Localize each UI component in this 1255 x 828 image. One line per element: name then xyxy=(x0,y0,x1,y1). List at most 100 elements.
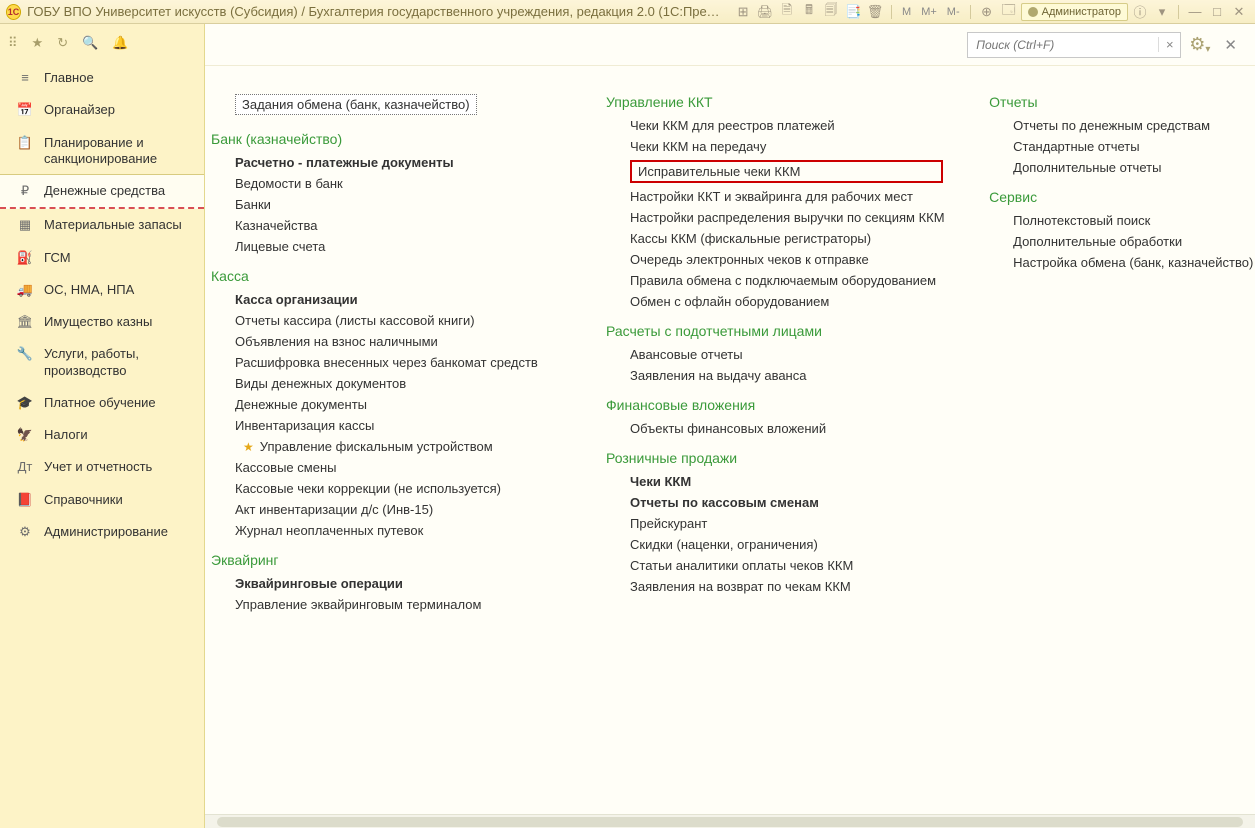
link[interactable]: Отчеты по кассовым сменам xyxy=(630,495,943,510)
sidebar-icon: Дт xyxy=(16,459,34,475)
link[interactable]: Казначейства xyxy=(235,218,560,233)
sidebar-item-6[interactable]: 🚚ОС, НМА, НПА xyxy=(0,274,204,306)
link[interactable]: Объявления на взнос наличными xyxy=(235,334,560,349)
link[interactable]: Инвентаризация кассы xyxy=(235,418,560,433)
window-maximize-button[interactable]: □ xyxy=(1207,3,1227,21)
group-bank: Банк (казначейство) xyxy=(211,131,560,147)
sidebar-item-0[interactable]: ≡Главное xyxy=(0,62,204,94)
link[interactable]: Журнал неоплаченных путевок xyxy=(235,523,560,538)
link[interactable]: Чеки ККМ на передачу xyxy=(630,139,943,154)
link[interactable]: Эквайринговые операции xyxy=(235,576,560,591)
sidebar-icon: ⚙ xyxy=(16,524,34,540)
link[interactable]: Настройки распределения выручки по секци… xyxy=(630,210,943,225)
horizontal-scrollbar[interactable] xyxy=(205,814,1255,828)
link[interactable]: Расшифровка внесенных через банкомат сре… xyxy=(235,355,560,370)
titlebar-toolbar: ⊞ 🖨 🗎 🖩 🗐 📑 🗑 М М+ М- ⊕ 🗔 Администратор … xyxy=(733,3,1249,21)
link[interactable]: Отчеты по денежным средствам xyxy=(1013,118,1237,133)
link[interactable]: Скидки (наценки, ограничения) xyxy=(630,537,943,552)
tb-copy-icon[interactable]: 🗐 xyxy=(821,3,841,21)
sidebar-item-4[interactable]: ▦Материальные запасы xyxy=(0,209,204,241)
tb-calc-icon[interactable]: 🖩 xyxy=(799,3,819,21)
sidebar-item-12[interactable]: 📕Справочники xyxy=(0,484,204,516)
link[interactable]: Авансовые отчеты xyxy=(630,347,943,362)
link[interactable]: Дополнительные обработки xyxy=(1013,234,1237,249)
group-podotch: Расчеты с подотчетными лицами xyxy=(606,323,943,339)
link[interactable]: Исправительные чеки ККМ xyxy=(630,160,943,183)
sidebar-item-13[interactable]: ⚙Администрирование xyxy=(0,516,204,548)
user-chip[interactable]: Администратор xyxy=(1021,3,1128,21)
panel-close-button[interactable]: ✕ xyxy=(1224,36,1237,54)
link[interactable]: Кассовые смены xyxy=(235,460,560,475)
window-minimize-button[interactable]: — xyxy=(1185,3,1205,21)
search-icon[interactable]: 🔍 xyxy=(82,35,98,51)
sidebar-item-3[interactable]: ₽Денежные средства xyxy=(0,174,204,209)
sidebar-item-10[interactable]: 🦅Налоги xyxy=(0,419,204,451)
link[interactable]: Отчеты кассира (листы кассовой книги) xyxy=(235,313,560,328)
history-icon[interactable]: ↻ xyxy=(57,35,68,51)
link[interactable]: Дополнительные отчеты xyxy=(1013,160,1237,175)
titlebar: 1С ГОБУ ВПО Университет искусств (Субсид… xyxy=(0,0,1255,24)
link[interactable]: Чеки ККМ xyxy=(630,474,943,489)
link[interactable]: Кассы ККМ (фискальные регистраторы) xyxy=(630,231,943,246)
group-service: Сервис xyxy=(989,189,1237,205)
link[interactable]: Очередь электронных чеков к отправке xyxy=(630,252,943,267)
tb-dropdown-icon[interactable]: ▾ xyxy=(1152,3,1172,21)
group-acquiring: Эквайринг xyxy=(211,552,560,568)
link[interactable]: Статьи аналитики оплаты чеков ККМ xyxy=(630,558,943,573)
link[interactable]: Банки xyxy=(235,197,560,212)
link[interactable]: Объекты финансовых вложений xyxy=(630,421,943,436)
link[interactable]: Чеки ККМ для реестров платежей xyxy=(630,118,943,133)
window-title: ГОБУ ВПО Университет искусств (Субсидия)… xyxy=(27,4,721,19)
link[interactable]: Правила обмена с подключаемым оборудован… xyxy=(630,273,943,288)
search-box[interactable]: × xyxy=(967,32,1181,58)
link[interactable]: Ведомости в банк xyxy=(235,176,560,191)
link[interactable]: Управление эквайринговым терминалом xyxy=(235,597,560,612)
link[interactable]: Расчетно - платежные документы xyxy=(235,155,560,170)
user-name: Администратор xyxy=(1042,6,1121,18)
link[interactable]: Виды денежных документов xyxy=(235,376,560,391)
tb-help-icon[interactable]: ⓘ xyxy=(1130,3,1150,21)
apps-icon[interactable]: ⠿ xyxy=(8,35,18,51)
settings-gear-icon[interactable]: ⚙▾ xyxy=(1189,34,1210,55)
sidebar-item-8[interactable]: 🔧Услуги, работы, производство xyxy=(0,338,204,387)
tb-calendar-icon[interactable]: 📑 xyxy=(843,3,863,21)
tb-zoom-in-icon[interactable]: ⊕ xyxy=(977,3,997,21)
favorite-icon[interactable]: ★ xyxy=(32,35,44,51)
tb-grid-icon[interactable]: ⊞ xyxy=(733,3,753,21)
sidebar-icon: ≡ xyxy=(16,70,34,86)
link[interactable]: Стандартные отчеты xyxy=(1013,139,1237,154)
search-clear-button[interactable]: × xyxy=(1158,37,1180,52)
link[interactable]: Управление фискальным устройством xyxy=(260,439,493,454)
exchange-tasks-link[interactable]: Задания обмена (банк, казначейство) xyxy=(235,94,477,115)
link[interactable]: Настройки ККТ и эквайринга для рабочих м… xyxy=(630,189,943,204)
sidebar-item-2[interactable]: 📋Планирование и санкционирование xyxy=(0,127,204,176)
tb-windows-icon[interactable]: 🗔 xyxy=(999,3,1019,21)
link[interactable]: Заявления на выдачу аванса xyxy=(630,368,943,383)
link[interactable]: Прейскурант xyxy=(630,516,943,531)
sidebar-item-5[interactable]: ⛽ГСМ xyxy=(0,242,204,274)
link[interactable]: Заявления на возврат по чекам ККМ xyxy=(630,579,943,594)
tb-m-plus[interactable]: М+ xyxy=(917,6,941,18)
bell-icon[interactable]: 🔔 xyxy=(112,35,128,51)
tb-doc-icon[interactable]: 🗎 xyxy=(777,3,797,21)
sidebar-item-9[interactable]: 🎓Платное обучение xyxy=(0,387,204,419)
sidebar-item-1[interactable]: 📅Органайзер xyxy=(0,94,204,126)
sidebar-item-7[interactable]: 🏛Имущество казны xyxy=(0,306,204,338)
sidebar-item-11[interactable]: ДтУчет и отчетность xyxy=(0,451,204,483)
tb-trash-icon[interactable]: 🗑 xyxy=(865,3,885,21)
link[interactable]: Касса организации xyxy=(235,292,560,307)
window-close-button[interactable]: ✕ xyxy=(1229,3,1249,21)
link[interactable]: Полнотекстовый поиск xyxy=(1013,213,1237,228)
link[interactable]: Лицевые счета xyxy=(235,239,560,254)
sidebar-item-label: Справочники xyxy=(44,492,123,508)
search-input[interactable] xyxy=(968,34,1158,56)
link[interactable]: Обмен с офлайн оборудованием xyxy=(630,294,943,309)
link[interactable]: Настройка обмена (банк, казначейство) xyxy=(1013,255,1237,270)
link[interactable]: Кассовые чеки коррекции (не используется… xyxy=(235,481,560,496)
sidebar-icon: ⛽ xyxy=(16,250,34,266)
tb-print-icon[interactable]: 🖨 xyxy=(755,3,775,21)
link[interactable]: Акт инвентаризации д/с (Инв-15) xyxy=(235,502,560,517)
tb-m[interactable]: М xyxy=(898,6,915,18)
link[interactable]: Денежные документы xyxy=(235,397,560,412)
tb-m-minus[interactable]: М- xyxy=(943,6,964,18)
